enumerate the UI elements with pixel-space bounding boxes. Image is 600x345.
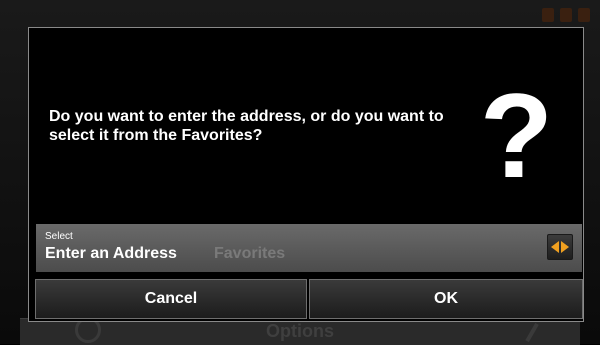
select-label: Select [45,231,73,242]
select-option-row[interactable]: Select Enter an Address Favorites [36,224,582,272]
battery-icon [542,8,554,22]
cancel-button[interactable]: Cancel [35,279,307,319]
question-mark-icon: ? [479,69,553,203]
option-favorites[interactable]: Favorites [214,245,285,263]
arrow-right-icon [561,241,569,253]
option-enter-address[interactable]: Enter an Address [45,245,177,263]
address-source-dialog: Do you want to enter the address, or do … [28,27,584,322]
background-bottom-bar: Options [20,315,580,345]
dialog-prompt: Do you want to enter the address, or do … [49,108,444,144]
signal-icon [560,8,572,22]
ok-button[interactable]: OK [309,279,583,319]
left-right-arrow-icon[interactable] [547,234,573,260]
background-options-label: Options [266,321,334,341]
status-icons [542,8,590,22]
volume-icon [578,8,590,22]
arrow-left-icon [551,241,559,253]
